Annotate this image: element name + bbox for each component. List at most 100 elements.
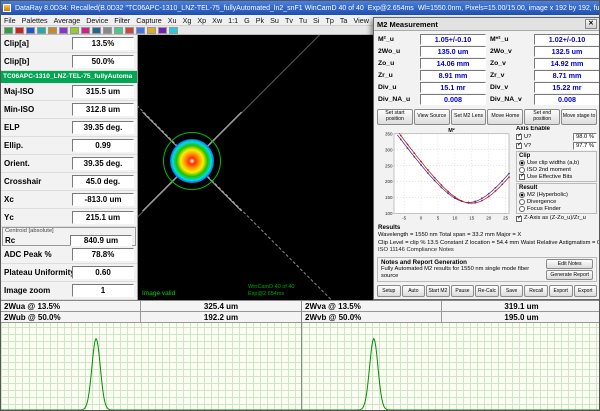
checkbox-z-axis-normalized[interactable] xyxy=(516,216,522,222)
menu-item[interactable]: Xu xyxy=(165,16,180,25)
app-window: DataRay 8.0D34: Recalled(B.0D32 "TC06APC… xyxy=(0,0,600,411)
profile-width-value: 319.1 um xyxy=(442,301,600,311)
radio-divergence[interactable] xyxy=(519,199,525,205)
m2-action-button[interactable]: Save xyxy=(500,285,524,297)
image-info-overlay: WinCamD 40 of 40 Exp@2.654ms xyxy=(248,284,294,297)
toolbar-button-icon[interactable] xyxy=(114,27,123,34)
edit-notes-button[interactable]: Edit Notes xyxy=(546,259,593,269)
toolbar-button-icon[interactable] xyxy=(147,27,156,34)
m2-action-button[interactable]: Start M2 xyxy=(426,285,450,297)
menu-item[interactable]: View xyxy=(350,16,371,25)
measurement-value[interactable]: 13.5% xyxy=(72,37,134,50)
dialog-close-icon[interactable]: ✕ xyxy=(585,19,597,29)
measurement-value: 39.35 deg. xyxy=(72,157,134,170)
m2-param-label: Zr_u xyxy=(378,72,416,79)
u-profile-graph[interactable] xyxy=(1,323,301,411)
stage-button[interactable]: Move stage to xyxy=(561,109,597,125)
stage-button[interactable]: Set M2 Lens xyxy=(451,109,487,125)
m2-action-button[interactable]: Setup xyxy=(377,285,401,297)
m2-dialog-titlebar[interactable]: M2 Measurement ✕ xyxy=(374,18,600,31)
window-title: DataRay 8.0D34: Recalled(B.0D32 "TC06APC… xyxy=(15,5,364,12)
stage-button[interactable]: Set end position xyxy=(524,109,560,125)
m2-action-button[interactable]: Export CSV xyxy=(574,285,598,297)
toolbar-button-icon[interactable] xyxy=(59,27,68,34)
menu-item[interactable]: Xw xyxy=(209,16,225,25)
toolbar-button-icon[interactable] xyxy=(70,27,79,34)
checkbox-3d-display[interactable] xyxy=(516,223,522,224)
checkbox-u-axis[interactable] xyxy=(516,134,522,140)
m2-param-label: 2Wo_v xyxy=(490,48,530,55)
toolbar-button-icon[interactable] xyxy=(26,27,35,34)
measurement-row: Min-ISO 312.8 um xyxy=(1,101,137,119)
iso-compliance-link[interactable]: ISO 11146 Compliance Notes xyxy=(378,247,596,255)
centroid-sub-label: Rc xyxy=(5,236,70,245)
toolbar-button-icon[interactable] xyxy=(169,27,178,34)
toolbar-button-icon[interactable] xyxy=(48,27,57,34)
radio-focus-finder[interactable] xyxy=(519,206,525,212)
menu-item[interactable]: G xyxy=(241,16,253,25)
menu-item[interactable]: Ta xyxy=(337,16,351,25)
m2-param-value: 0.008 xyxy=(534,94,600,105)
menu-item[interactable]: Si xyxy=(310,16,322,25)
measurement-value[interactable]: 1 xyxy=(72,284,134,297)
v-profile-graph[interactable] xyxy=(302,323,600,411)
toolbar-button-icon[interactable] xyxy=(4,27,13,34)
profile-width-label: 2Wva @ 13.5% xyxy=(302,301,442,311)
generate-report-button[interactable]: Generate Report xyxy=(546,270,593,280)
menu-item[interactable]: Filter xyxy=(111,16,133,25)
u-axis-fit-quality: 98.0 % xyxy=(573,133,597,141)
menu-item[interactable]: 1:1 xyxy=(225,16,241,25)
menu-item[interactable]: Xg xyxy=(180,16,195,25)
m2-action-button[interactable]: Auto Setup xyxy=(402,285,426,297)
m2-param-value: 8.71 mm xyxy=(534,70,600,81)
toolbar-button-icon[interactable] xyxy=(103,27,112,34)
svg-text:300: 300 xyxy=(385,147,393,152)
menu-item[interactable]: Average xyxy=(51,16,84,25)
toolbar-button-icon[interactable] xyxy=(125,27,134,34)
recalled-file-banner: TC06APC-1310_LNZ-TEL-75_fullyAutoma xyxy=(1,71,137,83)
menu-item[interactable]: Device xyxy=(83,16,111,25)
profile-header-row: 2Wua @ 13.5% 325.4 um xyxy=(1,301,301,312)
menu-item[interactable]: Su xyxy=(267,16,282,25)
measurement-value[interactable]: 0.60 xyxy=(72,266,134,279)
toolbar-button-icon[interactable] xyxy=(15,27,24,34)
menu-item[interactable]: Capture xyxy=(133,16,165,25)
menu-item[interactable]: Palettes xyxy=(19,16,51,25)
radio-clip-widths[interactable] xyxy=(519,160,525,166)
m2-param-label: M*²_u xyxy=(490,36,530,43)
svg-text:350: 350 xyxy=(385,131,393,136)
menu-item[interactable]: File xyxy=(1,16,19,25)
notes-text[interactable]: Fully Automated M2 results for 1550 nm s… xyxy=(381,266,544,280)
m2-action-button[interactable]: Recall xyxy=(524,285,548,297)
m2-action-button[interactable]: Export Data xyxy=(549,285,573,297)
menu-item[interactable]: Tv xyxy=(282,16,296,25)
toolbar-button-icon[interactable] xyxy=(81,27,90,34)
menu-item[interactable]: Tp xyxy=(322,16,336,25)
checkbox-effective-bits[interactable] xyxy=(519,174,525,180)
notes-title: Notes and Report Generation xyxy=(381,259,544,266)
toolbar-button-icon[interactable] xyxy=(92,27,101,34)
menu-item[interactable]: Tu xyxy=(296,16,310,25)
stage-button[interactable]: Set start position xyxy=(377,109,413,125)
beam-image-display[interactable]: Image valid WinCamD 40 of 40 Exp@2.654ms xyxy=(138,35,373,300)
m2-param-label: 2Wo_u xyxy=(378,48,416,55)
stage-button[interactable]: View Source xyxy=(414,109,450,125)
m2-param-value: 14.92 mm xyxy=(534,58,600,69)
measurement-label: Plateau Uniformity xyxy=(1,268,72,277)
toolbar-button-icon[interactable] xyxy=(158,27,167,34)
m2-action-button[interactable]: Pause xyxy=(451,285,475,297)
measurement-value[interactable]: 50.0% xyxy=(72,55,134,68)
m2-param-value: 0.008 xyxy=(420,94,486,105)
measurement-label: Clip[b] xyxy=(1,57,72,66)
menu-item[interactable]: Pk xyxy=(253,16,267,25)
menu-item[interactable]: Xp xyxy=(194,16,209,25)
toolbar-button-icon[interactable] xyxy=(37,27,46,34)
measurement-value[interactable]: 78.8% xyxy=(72,248,134,261)
radio-m2-hyperbolic[interactable] xyxy=(519,192,525,198)
m2-action-button[interactable]: Re-Calc xyxy=(475,285,499,297)
iso-rows: Maj-ISO 315.5 um Min-ISO 312.8 um ELP 39… xyxy=(1,83,137,227)
stage-button[interactable]: Move Home xyxy=(487,109,523,125)
option-label: M2 (Hyperbolic) xyxy=(527,192,568,198)
checkbox-v-axis[interactable] xyxy=(516,143,522,149)
toolbar-button-icon[interactable] xyxy=(136,27,145,34)
